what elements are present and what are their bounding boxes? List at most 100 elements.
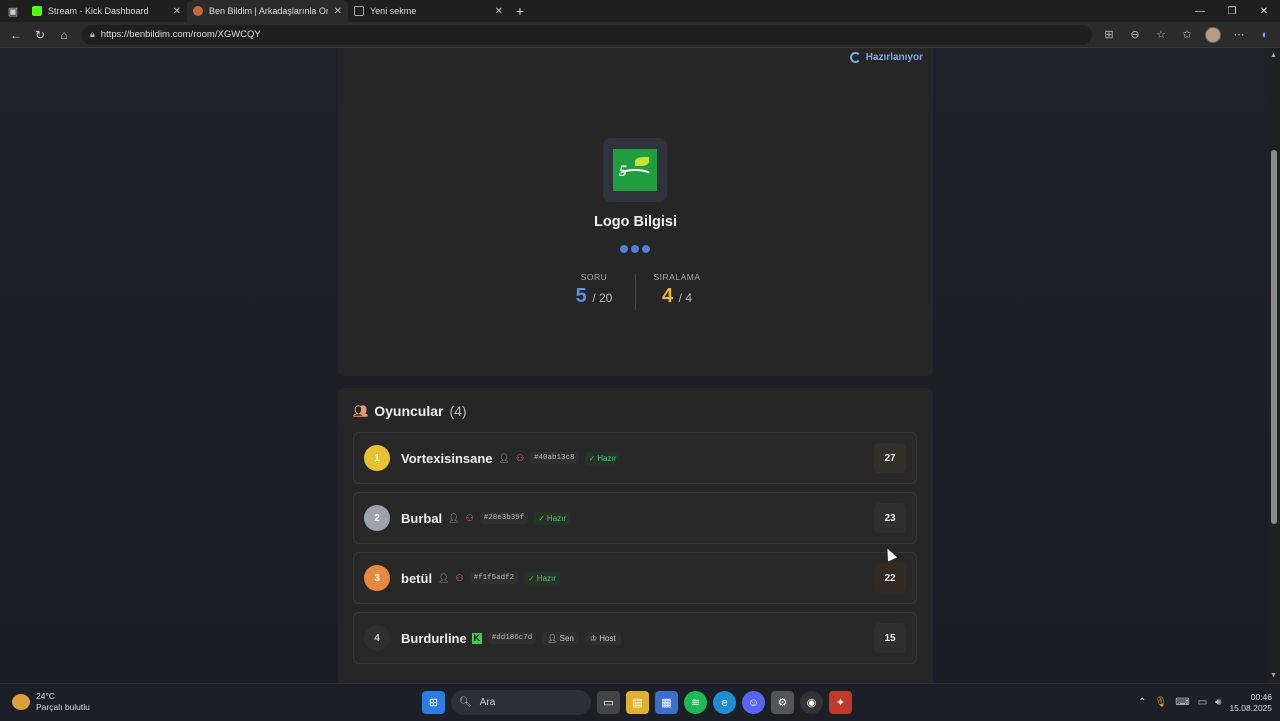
tab-new-tab[interactable]: Yeni sekme ✕ (348, 0, 509, 22)
rank-current: 4 (661, 285, 674, 307)
close-window-icon[interactable]: ✕ (1248, 0, 1280, 22)
add-friend-icon[interactable]: ⚇ (466, 513, 474, 524)
spotify-icon[interactable]: ≋ (684, 691, 707, 714)
new-tab-button[interactable]: + (509, 0, 531, 22)
players-title: Oyuncular (374, 403, 444, 419)
copilot-icon[interactable]: ◐ (1254, 24, 1276, 46)
task-view-icon[interactable]: ▭ (597, 691, 620, 714)
browser-toolbar: ← ↻ ⌂ 🔒︎ https://benbildim.com/room/XGWC… (0, 22, 1280, 48)
user-icon: 👤︎ (438, 572, 450, 583)
rank-total: / 4 (678, 291, 693, 305)
search-icon: 🔍︎ (459, 697, 472, 708)
player-score: 27 (874, 443, 906, 473)
rank-badge: 2 (364, 505, 390, 531)
weather-desc: Parçalı bulutlu (36, 702, 90, 712)
back-icon[interactable]: ← (4, 23, 28, 47)
minimize-icon[interactable]: — (1184, 0, 1216, 22)
users-icon: 👥︎ (353, 404, 369, 418)
edge-icon[interactable]: e (713, 691, 736, 714)
host-badge: ♔ Host (584, 631, 621, 645)
rank-badge: 3 (364, 565, 390, 591)
obs-icon[interactable]: ◉ (800, 691, 823, 714)
category-title: Logo Bilgisi (594, 214, 677, 230)
tab-title: Ben Bildim | Arkadaşlarınla Online (209, 6, 328, 16)
favorites-icon[interactable]: ✩ (1176, 24, 1198, 46)
benbildim-favicon-icon (193, 6, 203, 16)
new-tab-favicon-icon (354, 6, 364, 16)
stat-divider (635, 274, 636, 310)
address-bar[interactable]: 🔒︎ https://benbildim.com/room/XGWCQY (82, 24, 1092, 45)
logo-image: 5 (613, 149, 657, 191)
add-friend-icon[interactable]: ⚇ (456, 573, 464, 584)
tab-title: Yeni sekme (370, 6, 417, 16)
clock-date: 15.08.2025 (1229, 702, 1272, 713)
kick-favicon-icon (32, 6, 42, 16)
kick-logo-icon: K (471, 632, 482, 644)
game-stats: SORU 5 / 20 SIRALAMA 4 / 4 (338, 272, 933, 310)
keyboard-icon[interactable]: ⌨ (1175, 697, 1189, 708)
windows-start-icon[interactable]: ⊞ (422, 691, 445, 714)
home-icon[interactable]: ⌂ (52, 23, 76, 47)
close-tab-icon[interactable]: ✕ (495, 6, 503, 17)
player-row[interactable]: 3 betül 👤︎ ⚇ #f1f5adf2 ✓ Hazır 22 (353, 552, 917, 604)
question-card: Hazırlanıyor 5 Logo Bilgisi SORU 5 / 20 … (338, 48, 933, 376)
tab-actions-icon[interactable]: ▣ (0, 0, 26, 22)
player-row[interactable]: 2 Burbal 👤︎ ⚇ #28e3b39f ✓ Hazır 23 (353, 492, 917, 544)
microphone-icon[interactable]: 🎙︎ (1155, 697, 1168, 708)
settings-icon[interactable]: ⚙ (771, 691, 794, 714)
status-indicator: Hazırlanıyor (849, 52, 923, 63)
player-score: 22 (874, 563, 906, 593)
clock[interactable]: 00:46 15.08.2025 (1229, 692, 1272, 714)
weather-widget[interactable]: 24°C Parçalı bulutlu (0, 691, 200, 713)
player-row[interactable]: 1 Vortexisinsane 👤︎ ⚇ #40ab13c8 ✓ Hazır … (353, 432, 917, 484)
question-label: SORU (580, 272, 608, 282)
taskbar-search[interactable]: 🔍︎ Ara (451, 690, 591, 715)
add-friend-icon[interactable]: ⚇ (516, 453, 524, 464)
file-explorer-icon[interactable]: ▤ (626, 691, 649, 714)
more-menu-icon[interactable]: ⋯ (1228, 24, 1250, 46)
player-code: #28e3b39f (479, 512, 529, 524)
scroll-up-icon[interactable]: ▲ (1270, 52, 1277, 59)
player-name: Burdurline (401, 630, 467, 646)
players-card: 👥︎ Oyuncular (4) 1 Vortexisinsane 👤︎ ⚇ #… (338, 388, 933, 683)
user-icon: 👤︎ (498, 452, 510, 463)
user-icon: 👤︎ (448, 512, 460, 523)
status-text: Hazırlanıyor (865, 52, 923, 63)
volume-icon[interactable]: 🔊︎ (1215, 697, 1221, 708)
tab-kick-dashboard[interactable]: Stream - Kick Dashboard ✕ (26, 0, 187, 22)
favorite-star-icon[interactable]: ☆ (1150, 24, 1172, 46)
rank-badge: 1 (364, 445, 390, 471)
game-app-icon[interactable]: ✦ (829, 691, 852, 714)
loading-dots-icon (620, 245, 650, 253)
tab-benbildim[interactable]: Ben Bildim | Arkadaşlarınla Online ✕ (187, 0, 348, 22)
scrollbar-thumb[interactable] (1271, 150, 1277, 524)
question-stat: SORU 5 / 20 (559, 272, 629, 310)
search-placeholder: Ara (479, 697, 496, 708)
close-tab-icon[interactable]: ✕ (334, 6, 342, 17)
player-code: #dd186c7d (487, 632, 537, 644)
page-scrollbar[interactable]: ▲ ▼ (1268, 48, 1280, 683)
weather-temp: 24°C (36, 691, 55, 701)
scroll-down-icon[interactable]: ▼ (1270, 672, 1277, 679)
discord-icon[interactable]: ☺ (742, 691, 765, 714)
player-score: 15 (874, 623, 906, 653)
close-tab-icon[interactable]: ✕ (173, 6, 181, 17)
player-name: Vortexisinsane (401, 450, 493, 466)
store-icon[interactable]: ▦ (655, 691, 678, 714)
system-tray: ⌃ 🎙︎ ⌨ ▭ 🔊︎ 00:46 15.08.2025 (1138, 684, 1272, 721)
players-heading: 👥︎ Oyuncular (4) (353, 403, 467, 419)
player-row[interactable]: 4 Burdurline K #dd186c7d 👤︎ Sen ♔ Host 1… (353, 612, 917, 664)
display-icon[interactable]: ▭ (1198, 697, 1207, 708)
chevron-up-icon[interactable]: ⌃ (1138, 697, 1146, 708)
players-count: (4) (449, 403, 467, 419)
player-score: 23 (874, 503, 906, 533)
refresh-icon[interactable]: ↻ (28, 23, 52, 47)
question-total: / 20 (592, 291, 613, 305)
reading-mode-icon[interactable]: ⊖ (1124, 24, 1146, 46)
profile-avatar[interactable] (1202, 24, 1224, 46)
app-available-icon[interactable]: ⊞ (1098, 24, 1120, 46)
clock-time: 00:46 (1250, 691, 1272, 702)
question-current: 5 (575, 285, 587, 307)
restore-icon[interactable]: ❐ (1216, 0, 1248, 22)
rank-label: SIRALAMA (653, 272, 701, 282)
